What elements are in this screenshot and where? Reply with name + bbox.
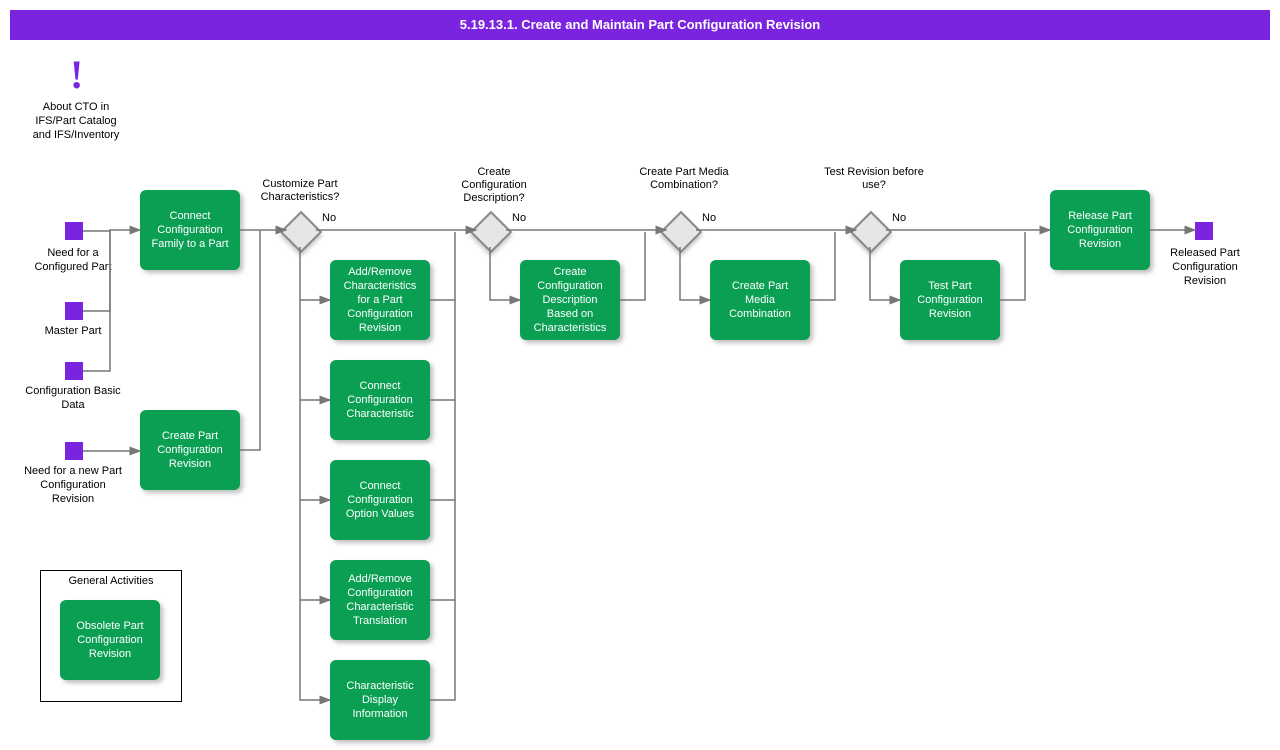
decision-3-no: No <box>702 212 716 224</box>
decision-4-label: Test Revision before use? <box>824 166 924 192</box>
decision-2-no: No <box>512 212 526 224</box>
end-released <box>1195 222 1213 240</box>
decision-2-label: Create Configuration Description? <box>444 166 544 205</box>
activity-connect-opt-val[interactable]: Connect Configuration Option Values <box>330 460 430 540</box>
decision-1 <box>280 211 322 253</box>
decision-4 <box>850 211 892 253</box>
decision-2 <box>470 211 512 253</box>
start-need-new-rev-label: Need for a new Part Configuration Revisi… <box>23 464 123 506</box>
decision-3 <box>660 211 702 253</box>
general-activities-title: General Activities <box>41 571 181 591</box>
end-released-label: Released Part Configuration Revision <box>1160 246 1250 288</box>
start-master-part <box>65 302 83 320</box>
activity-connect-char[interactable]: Connect Configuration Characteristic <box>330 360 430 440</box>
flow-lines <box>0 0 1280 750</box>
start-need-configured <box>65 222 83 240</box>
page-title: 5.19.13.1. Create and Maintain Part Conf… <box>10 10 1270 40</box>
activity-connect-family[interactable]: Connect Configuration Family to a Part <box>140 190 240 270</box>
note-text: About CTO in IFS/Part Catalog and IFS/In… <box>31 100 121 142</box>
activity-test-rev[interactable]: Test Part Configuration Revision <box>900 260 1000 340</box>
start-config-basic-label: Configuration Basic Data <box>23 384 123 412</box>
activity-char-display[interactable]: Characteristic Display Information <box>330 660 430 740</box>
note-icon: ! <box>70 55 83 95</box>
start-need-configured-label: Need for a Configured Part <box>23 246 123 274</box>
decision-1-no: No <box>322 212 336 224</box>
start-config-basic <box>65 362 83 380</box>
decision-4-no: No <box>892 212 906 224</box>
activity-create-media[interactable]: Create Part Media Combination <box>710 260 810 340</box>
activity-create-desc[interactable]: Create Configuration Description Based o… <box>520 260 620 340</box>
decision-3-label: Create Part Media Combination? <box>634 166 734 192</box>
activity-release-rev[interactable]: Release Part Configuration Revision <box>1050 190 1150 270</box>
activity-add-remove-trans[interactable]: Add/Remove Configuration Characteristic … <box>330 560 430 640</box>
start-need-new-rev <box>65 442 83 460</box>
activity-add-remove-char[interactable]: Add/Remove Characteristics for a Part Co… <box>330 260 430 340</box>
activity-create-rev[interactable]: Create Part Configuration Revision <box>140 410 240 490</box>
decision-1-label: Customize Part Characteristics? <box>250 178 350 204</box>
diagram-canvas: 5.19.13.1. Create and Maintain Part Conf… <box>0 0 1280 750</box>
start-master-part-label: Master Part <box>23 324 123 338</box>
activity-obsolete-rev[interactable]: Obsolete Part Configuration Revision <box>60 600 160 680</box>
